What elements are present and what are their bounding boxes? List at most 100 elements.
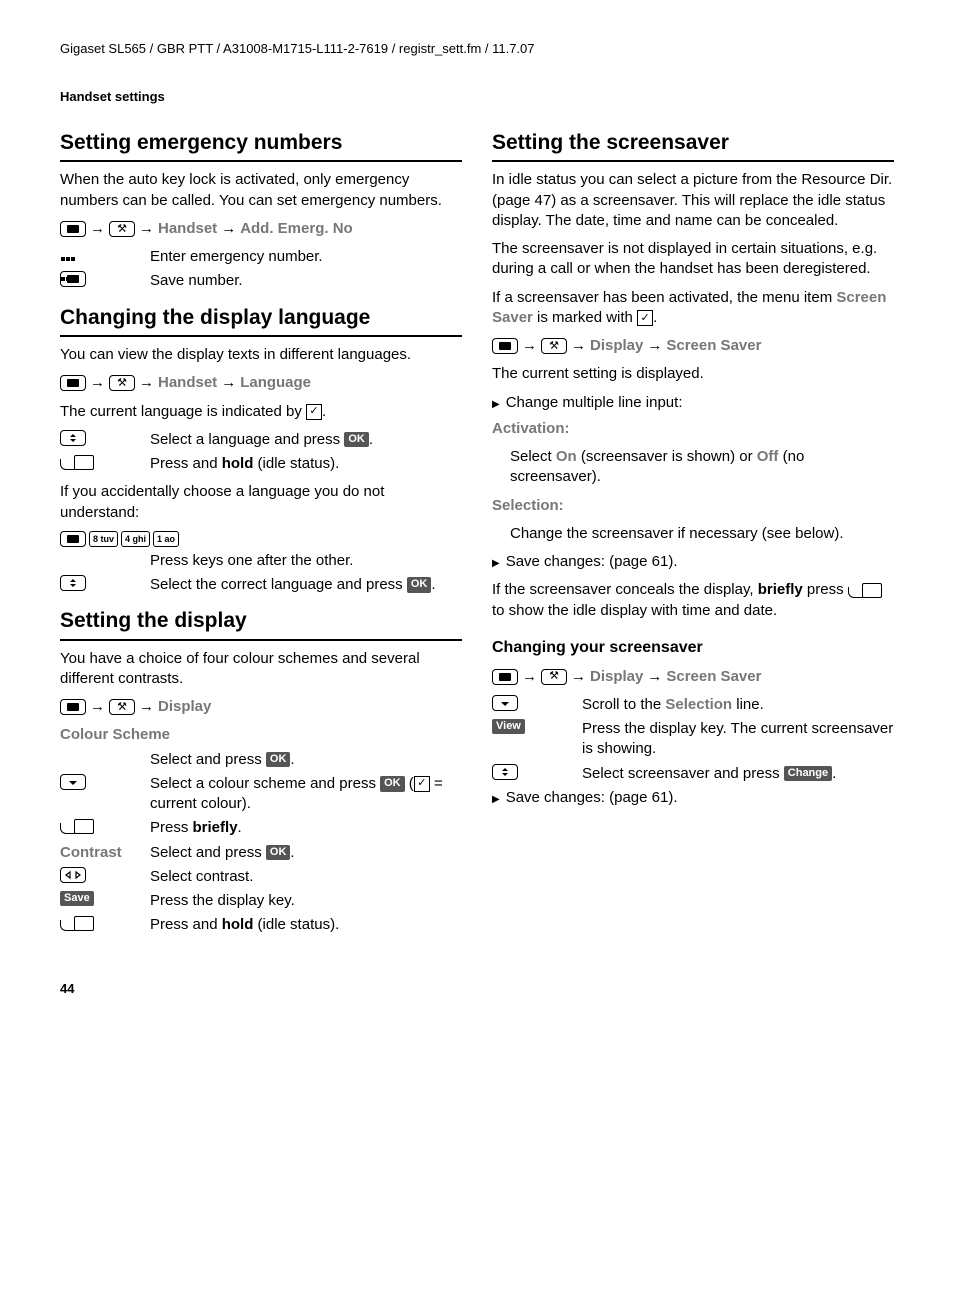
key-8: 8 tuv <box>89 531 118 547</box>
path-segment: Add. Emerg. No <box>240 219 353 239</box>
bullet-change-input: Change multiple line input: <box>492 393 894 413</box>
language-menu-path: → → Handset → Language <box>60 373 462 393</box>
arrow-icon: → <box>139 697 154 717</box>
emergency-intro: When the auto key lock is activated, onl… <box>60 170 462 211</box>
language-current: The current language is indicated by ✓. <box>60 402 462 422</box>
instruction-text: Save number. <box>150 271 462 291</box>
heading-language: Changing the display language <box>60 304 462 337</box>
instruction-text: Press keys one after the other. <box>150 551 462 571</box>
arrow-icon: → <box>647 667 662 687</box>
ok-badge: OK <box>407 577 432 592</box>
ss-para-1: In idle status you can select a picture … <box>492 170 894 231</box>
arrow-icon: → <box>139 219 154 239</box>
keypad-icon <box>60 247 76 263</box>
nav-leftright-icon <box>60 867 86 883</box>
arrow-icon: → <box>522 336 537 356</box>
activation-label: Activation: <box>492 419 894 439</box>
settings-icon <box>109 375 135 391</box>
ss-para-3: If a screensaver has been activated, the… <box>492 288 894 329</box>
settings-icon <box>541 669 567 685</box>
menu-icon <box>60 699 86 715</box>
selection-label: Selection: <box>492 496 894 516</box>
ok-badge: OK <box>344 432 369 447</box>
nav-updown-icon <box>60 575 86 591</box>
selection-text: Change the screensaver if necessary (see… <box>510 524 894 544</box>
menu-icon <box>60 271 86 287</box>
nav-down-icon <box>60 774 86 790</box>
emergency-menu-path: → → Handset → Add. Emerg. No <box>60 219 462 239</box>
screensaver-menu-path: → → Display → Screen Saver <box>492 336 894 356</box>
arrow-icon: → <box>571 336 586 356</box>
ok-badge: OK <box>266 752 291 767</box>
instruction-text: Press briefly. <box>150 818 462 838</box>
end-call-icon <box>848 582 882 598</box>
section-title: Handset settings <box>60 88 894 106</box>
nav-updown-icon <box>492 764 518 780</box>
instruction-text: Select the correct language and press OK… <box>150 575 462 595</box>
language-accident: If you accidentally choose a language yo… <box>60 482 462 523</box>
menu-icon <box>492 338 518 354</box>
path-segment: Display <box>158 697 211 717</box>
path-segment: Handset <box>158 373 217 393</box>
view-badge: View <box>492 719 525 734</box>
instruction-text: Select contrast. <box>150 867 462 887</box>
display-menu-path: → → Display <box>60 697 462 717</box>
activation-text: Select On (screensaver is shown) or Off … <box>510 447 894 488</box>
check-icon: ✓ <box>637 310 653 326</box>
menu-icon <box>60 375 86 391</box>
check-icon: ✓ <box>306 404 322 420</box>
right-column: Setting the screensaver In idle status y… <box>492 117 894 940</box>
heading-change-screensaver: Changing your screensaver <box>492 637 894 659</box>
instruction-text: Select and press OK. <box>150 843 462 863</box>
arrow-icon: → <box>571 667 586 687</box>
path-segment: Display <box>590 336 643 356</box>
ok-badge: OK <box>266 845 291 860</box>
menu-icon <box>60 531 86 547</box>
settings-icon <box>109 221 135 237</box>
settings-icon <box>541 338 567 354</box>
instruction-text: Press and hold (idle status). <box>150 915 462 935</box>
page-number: 44 <box>60 980 894 998</box>
arrow-icon: → <box>90 373 105 393</box>
end-call-icon <box>60 818 94 834</box>
ss-para-2: The screensaver is not displayed in cert… <box>492 239 894 280</box>
path-segment: Screen Saver <box>666 336 761 356</box>
heading-emergency: Setting emergency numbers <box>60 129 462 162</box>
contrast-label: Contrast <box>60 843 122 863</box>
end-call-icon <box>60 454 94 470</box>
key-4: 4 ghi <box>121 531 150 547</box>
instruction-text: Select and press OK. <box>150 750 462 770</box>
heading-screensaver: Setting the screensaver <box>492 129 894 162</box>
path-segment: Language <box>240 373 311 393</box>
ss-conceal: If the screensaver conceals the display,… <box>492 580 894 621</box>
ok-badge: OK <box>380 776 405 791</box>
path-segment: Display <box>590 667 643 687</box>
document-path-header: Gigaset SL565 / GBR PTT / A31008-M1715-L… <box>60 40 894 58</box>
path-segment: Handset <box>158 219 217 239</box>
path-segment: Screen Saver <box>666 667 761 687</box>
key-1: 1 ao <box>153 531 179 547</box>
arrow-icon: → <box>90 219 105 239</box>
instruction-text: Enter emergency number. <box>150 247 462 267</box>
colour-scheme-label: Colour Scheme <box>60 725 462 745</box>
instruction-text: Select a language and press OK. <box>150 430 462 450</box>
display-intro: You have a choice of four colour schemes… <box>60 649 462 690</box>
instruction-text: Scroll to the Selection line. <box>582 695 894 715</box>
bullet-save-changes: Save changes: (page 61). <box>492 552 894 572</box>
instruction-text: Press the display key. The current scree… <box>582 719 894 760</box>
menu-icon <box>60 221 86 237</box>
change-badge: Change <box>784 766 832 781</box>
settings-icon <box>109 699 135 715</box>
bullet-save-changes-2: Save changes: (page 61). <box>492 788 894 808</box>
left-column: Setting emergency numbers When the auto … <box>60 117 462 940</box>
instruction-text: Press and hold (idle status). <box>150 454 462 474</box>
instruction-text: Select screensaver and press Change. <box>582 764 894 784</box>
arrow-icon: → <box>522 667 537 687</box>
instruction-text: Press the display key. <box>150 891 462 911</box>
change-ss-menu-path: → → Display → Screen Saver <box>492 667 894 687</box>
arrow-icon: → <box>221 219 236 239</box>
language-intro: You can view the display texts in differ… <box>60 345 462 365</box>
ss-current: The current setting is displayed. <box>492 364 894 384</box>
heading-display: Setting the display <box>60 607 462 640</box>
nav-updown-icon <box>60 430 86 446</box>
